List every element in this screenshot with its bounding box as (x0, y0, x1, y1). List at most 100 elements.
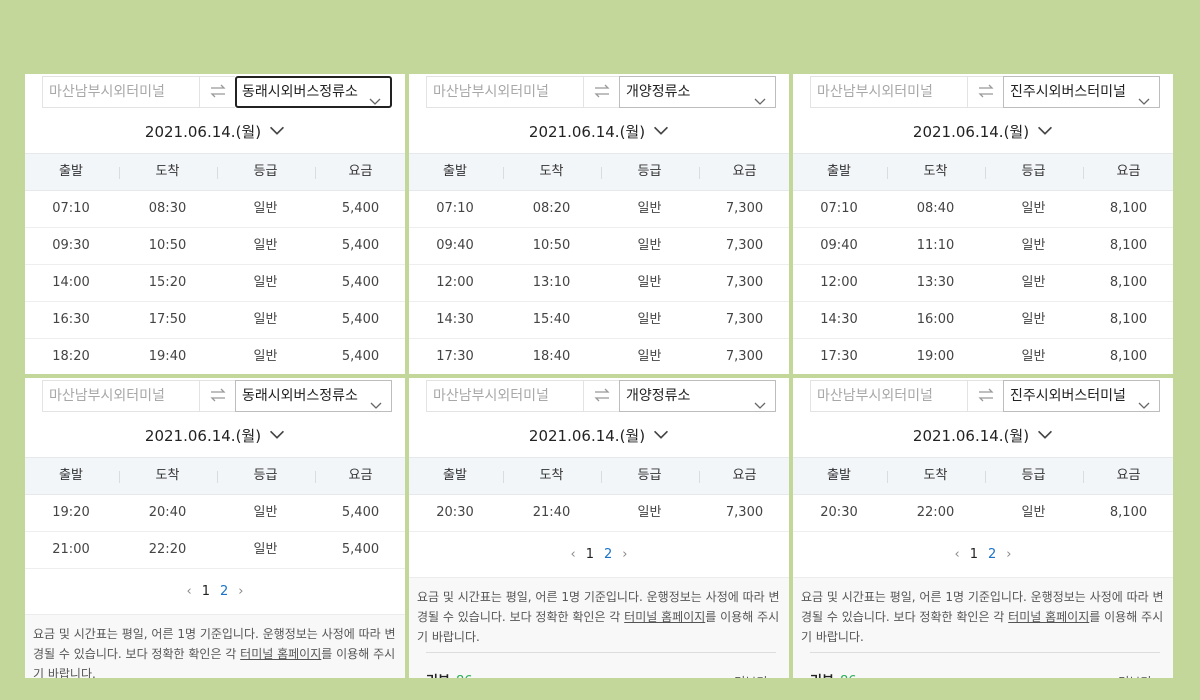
column-divider (699, 471, 700, 483)
origin-field[interactable]: 마산남부시외터미널 (810, 380, 968, 412)
column-header: 도착 (155, 468, 180, 483)
destination-select[interactable]: 진주시외버스터미널 (1003, 380, 1160, 412)
date-selector[interactable]: 2021.06.14.(월) (793, 118, 1173, 142)
date-selector[interactable]: 2021.06.14.(월) (409, 422, 789, 446)
swap-route-button[interactable] (968, 380, 1003, 412)
fare: 8,100 (1109, 201, 1148, 216)
route-search-row: 마산남부시외터미널 개양정류소 (426, 380, 776, 412)
table-row: 09:30 10:50 일반 5,400 (25, 228, 405, 265)
swap-route-button[interactable] (584, 380, 619, 412)
arrival-time: 08:30 (148, 201, 187, 216)
chevron-down-icon (269, 118, 285, 142)
fare: 5,400 (341, 312, 380, 327)
bus-grade: 일반 (253, 238, 278, 253)
terminal-homepage-link[interactable]: 터미널 홈페이지 (240, 647, 321, 661)
origin-field[interactable]: 마산남부시외터미널 (42, 380, 200, 412)
destination-select[interactable]: 진주시외버스터미널 (1003, 76, 1160, 108)
bus-grade: 일반 (1021, 201, 1046, 216)
fare: 7,300 (725, 201, 764, 216)
date-label: 2021.06.14.(월) (912, 427, 1030, 445)
departure-time: 14:30 (436, 312, 474, 327)
column-divider (601, 471, 602, 483)
route-search-row: 마산남부시외터미널 동래시외버스정류소 (42, 380, 392, 412)
table-row: 07:10 08:20 일반 7,300 (409, 191, 789, 228)
swap-route-button[interactable] (200, 380, 235, 412)
column-divider (119, 471, 120, 483)
date-selector[interactable]: 2021.06.14.(월) (793, 422, 1173, 446)
page-link[interactable]: 2 (604, 545, 612, 565)
prev-page-button[interactable]: ‹ (955, 545, 960, 565)
destination-select[interactable]: 개양정류소 (619, 380, 776, 412)
destination-value: 진주시외버스터미널 (1010, 84, 1126, 100)
departure-time: 07:10 (52, 201, 90, 216)
next-page-button[interactable]: › (238, 582, 243, 602)
table-row: 07:10 08:30 일반 5,400 (25, 191, 405, 228)
table-row: 18:20 19:40 일반 5,400 (25, 339, 405, 374)
column-header: 요금 (348, 164, 373, 179)
origin-field[interactable]: 마산남부시외터미널 (810, 76, 968, 108)
chevron-down-icon (269, 422, 285, 446)
prev-page-button[interactable]: ‹ (187, 582, 192, 602)
date-label: 2021.06.14.(월) (912, 123, 1030, 141)
destination-select[interactable]: 동래시외버스정류소 (235, 76, 392, 108)
page-current[interactable]: 1 (202, 582, 210, 602)
fare: 8,100 (1109, 505, 1148, 520)
origin-field[interactable]: 마산남부시외터미널 (426, 380, 584, 412)
fare: 7,300 (725, 275, 764, 290)
departure-time: 19:20 (52, 505, 90, 520)
next-page-button[interactable]: › (1006, 545, 1011, 565)
date-selector[interactable]: 2021.06.14.(월) (409, 118, 789, 142)
destination-select[interactable]: 개양정류소 (619, 76, 776, 108)
review-more-link[interactable]: 더보기 › (734, 672, 776, 678)
page-link[interactable]: 2 (220, 582, 228, 602)
origin-field[interactable]: 마산남부시외터미널 (426, 76, 584, 108)
route-search-row: 마산남부시외터미널 진주시외버스터미널 (810, 76, 1160, 108)
notice-box: 요금 및 시간표는 평일, 어른 1명 기준입니다. 운행정보는 사정에 따라 … (25, 614, 405, 678)
table-header: 출발 도착 등급 요금 (25, 153, 405, 191)
departure-time: 20:30 (820, 505, 858, 520)
chevron-down-icon (369, 87, 381, 115)
column-header: 등급 (637, 468, 662, 483)
table-header: 출발 도착 등급 요금 (793, 457, 1173, 495)
review-count: 86 (456, 672, 473, 678)
timetable-panel: 마산남부시외터미널 진주시외버스터미널 2021.06.14.(월) 출발 도착 등… (793, 378, 1173, 678)
arrival-time: 15:20 (148, 275, 187, 290)
swap-icon (209, 83, 227, 102)
bus-grade: 일반 (1021, 505, 1046, 520)
arrival-time: 11:10 (916, 238, 955, 253)
page-current[interactable]: 1 (586, 545, 594, 565)
terminal-homepage-link[interactable]: 터미널 홈페이지 (624, 610, 705, 624)
swap-route-button[interactable] (200, 76, 235, 108)
column-header: 출발 (443, 164, 467, 179)
fare: 5,400 (341, 238, 380, 253)
terminal-homepage-link[interactable]: 터미널 홈페이지 (1008, 610, 1089, 624)
swap-route-button[interactable] (584, 76, 619, 108)
origin-field[interactable]: 마산남부시외터미널 (42, 76, 200, 108)
fare: 5,400 (341, 505, 380, 520)
column-divider (985, 471, 986, 483)
departure-time: 09:40 (436, 238, 474, 253)
column-divider (503, 471, 504, 483)
column-header: 도착 (539, 164, 564, 179)
fare: 5,400 (341, 201, 380, 216)
departure-time: 17:30 (436, 349, 474, 364)
column-header: 요금 (1116, 468, 1141, 483)
chevron-down-icon (1037, 422, 1053, 446)
prev-page-button[interactable]: ‹ (571, 545, 576, 565)
column-header: 등급 (253, 468, 278, 483)
column-divider (217, 471, 218, 483)
review-more-link[interactable]: 더보기 › (1118, 672, 1160, 678)
page-link[interactable]: 2 (988, 545, 996, 565)
swap-route-button[interactable] (968, 76, 1003, 108)
date-selector[interactable]: 2021.06.14.(월) (25, 422, 405, 446)
destination-select[interactable]: 동래시외버스정류소 (235, 380, 392, 412)
bus-grade: 일반 (253, 349, 278, 364)
destination-value: 동래시외버스정류소 (242, 84, 358, 100)
review-title: 리뷰 (426, 672, 450, 678)
divider (810, 652, 1160, 653)
column-divider (1083, 471, 1084, 483)
departure-time: 14:00 (52, 275, 90, 290)
date-selector[interactable]: 2021.06.14.(월) (25, 118, 405, 142)
page-current[interactable]: 1 (970, 545, 978, 565)
next-page-button[interactable]: › (622, 545, 627, 565)
